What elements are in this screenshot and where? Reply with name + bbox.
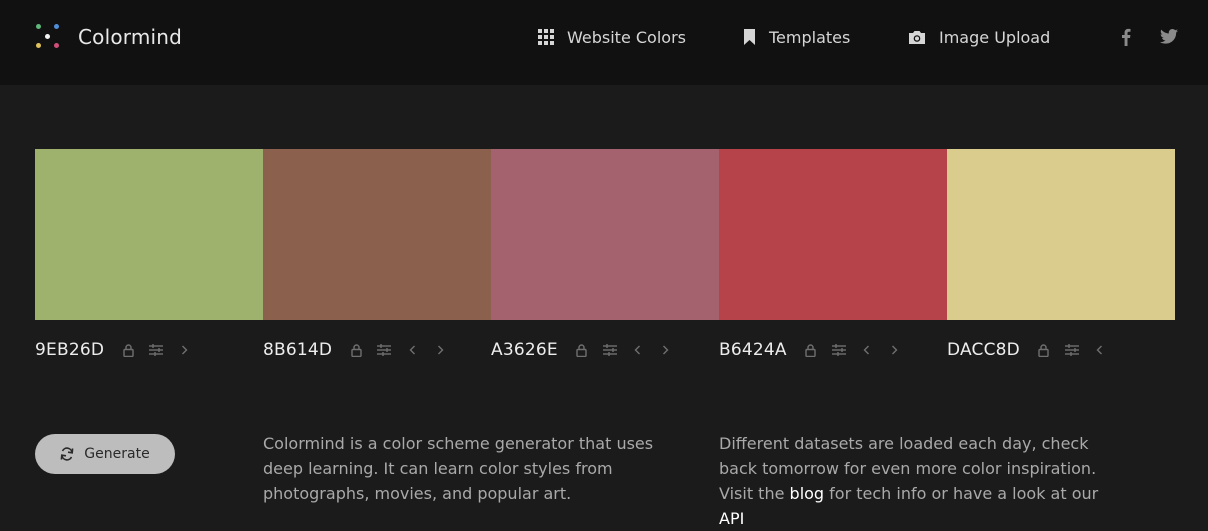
swatch-info: 9EB26D xyxy=(35,338,204,362)
chevron-left-icon[interactable] xyxy=(630,342,646,358)
bookmark-icon xyxy=(744,29,755,45)
sliders-icon[interactable] xyxy=(376,342,392,358)
sliders-icon[interactable] xyxy=(1064,342,1080,358)
color-swatch[interactable] xyxy=(35,149,263,320)
nav-image-upload-label: Image Upload xyxy=(939,27,1051,47)
swatch-info: A3626E xyxy=(491,338,686,362)
swatch-info: 8B614D xyxy=(263,338,460,362)
chevron-left-icon[interactable] xyxy=(859,342,875,358)
generate-button[interactable]: Generate xyxy=(35,434,175,474)
generate-button-label: Generate xyxy=(84,446,150,462)
hex-value[interactable]: A3626E xyxy=(491,340,558,360)
lock-icon[interactable] xyxy=(803,342,819,358)
nav-image-upload[interactable]: Image Upload xyxy=(908,26,1050,48)
nav-templates-label: Templates xyxy=(769,27,851,47)
hex-value[interactable]: 9EB26D xyxy=(35,340,104,360)
nav-templates[interactable]: Templates xyxy=(743,26,850,48)
colormind-logo-icon[interactable] xyxy=(33,22,63,52)
sliders-icon[interactable] xyxy=(831,342,847,358)
camera-icon xyxy=(909,30,925,44)
lock-icon[interactable] xyxy=(348,342,364,358)
blog-link[interactable]: blog xyxy=(790,484,825,503)
about-text: Colormind is a color scheme generator th… xyxy=(263,434,654,503)
swatch-info: B6424A xyxy=(719,338,915,362)
chevron-right-icon[interactable] xyxy=(658,342,674,358)
palette-swatches xyxy=(35,149,1175,320)
hex-value[interactable]: 8B614D xyxy=(263,340,332,360)
chevron-left-icon[interactable] xyxy=(1092,342,1108,358)
color-swatch[interactable] xyxy=(947,149,1175,320)
twitter-icon[interactable] xyxy=(1160,29,1178,44)
color-swatch[interactable] xyxy=(719,149,947,320)
datasets-text-middle: for tech info or have a look at our xyxy=(824,484,1099,503)
color-swatch[interactable] xyxy=(263,149,491,320)
lock-icon[interactable] xyxy=(1036,342,1052,358)
chevron-right-icon[interactable] xyxy=(176,342,192,358)
lock-icon[interactable] xyxy=(120,342,136,358)
sliders-icon[interactable] xyxy=(602,342,618,358)
chevron-right-icon[interactable] xyxy=(432,342,448,358)
datasets-text: Different datasets are loaded each day, … xyxy=(719,431,1119,531)
color-swatch[interactable] xyxy=(491,149,719,320)
grid-icon xyxy=(538,29,554,45)
facebook-icon[interactable] xyxy=(1121,28,1131,46)
sliders-icon[interactable] xyxy=(148,342,164,358)
chevron-left-icon[interactable] xyxy=(404,342,420,358)
refresh-icon xyxy=(60,447,74,461)
top-header: Colormind Website Colors Templates Image… xyxy=(0,0,1208,85)
nav-website-colors[interactable]: Website Colors xyxy=(538,26,686,48)
hex-value[interactable]: DACC8D xyxy=(947,340,1020,360)
brand-name[interactable]: Colormind xyxy=(78,25,182,49)
swatch-info: DACC8D xyxy=(947,338,1120,362)
hex-value[interactable]: B6424A xyxy=(719,340,787,360)
lock-icon[interactable] xyxy=(574,342,590,358)
nav-website-colors-label: Website Colors xyxy=(567,27,686,47)
chevron-right-icon[interactable] xyxy=(887,342,903,358)
api-link[interactable]: API xyxy=(719,509,744,528)
